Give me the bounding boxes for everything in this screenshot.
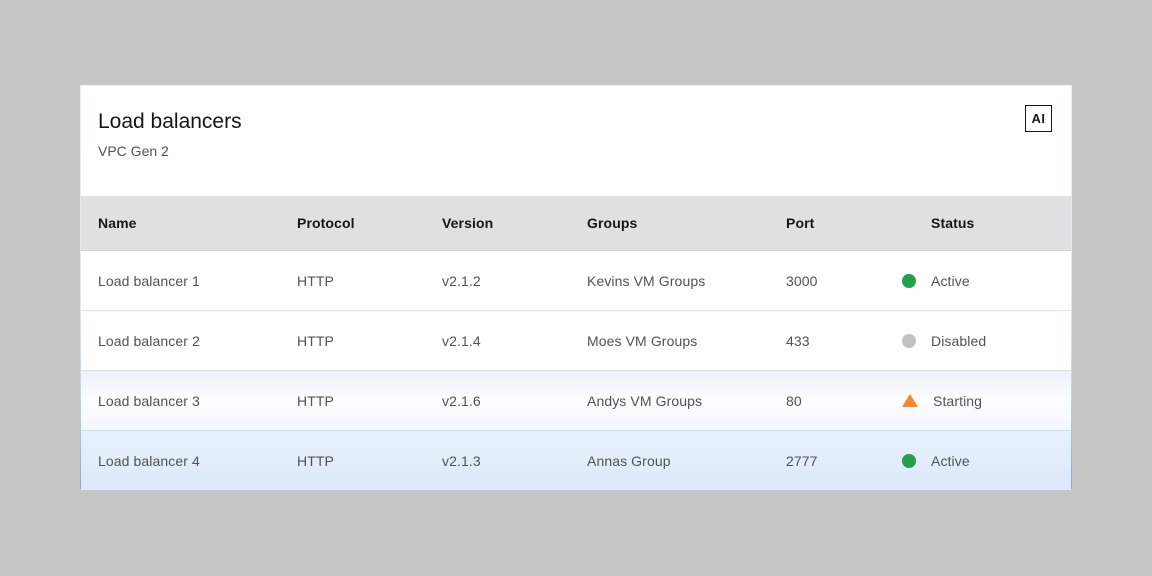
status-badge: Disabled [902, 333, 1071, 349]
status-badge: Active [902, 453, 1071, 469]
status-label: Disabled [931, 333, 986, 349]
cell-groups: Annas Group [570, 431, 769, 491]
table-row[interactable]: Load balancer 1 HTTP v2.1.2 Kevins VM Gr… [81, 251, 1071, 311]
status-label: Starting [933, 393, 982, 409]
cell-status: Starting [885, 371, 1071, 431]
card-surface: Load balancers VPC Gen 2 AI Name Protoco… [81, 86, 1071, 487]
cell-version: v2.1.4 [425, 311, 570, 371]
cell-status: Disabled [885, 311, 1071, 371]
cell-protocol: HTTP [280, 371, 425, 431]
load-balancers-table: Name Protocol Version Groups Port Status… [81, 196, 1071, 490]
page-subtitle: VPC Gen 2 [98, 142, 1053, 160]
column-header-port: Port [769, 196, 885, 251]
load-balancers-card: Load balancers VPC Gen 2 AI Name Protoco… [80, 85, 1072, 489]
column-header-name: Name [81, 196, 280, 251]
cell-version: v2.1.6 [425, 371, 570, 431]
cell-protocol: HTTP [280, 251, 425, 311]
cell-name: Load balancer 4 [81, 431, 280, 491]
card-header: Load balancers VPC Gen 2 AI [81, 86, 1071, 196]
table-header-row: Name Protocol Version Groups Port Status [81, 196, 1071, 251]
column-header-protocol: Protocol [280, 196, 425, 251]
status-dot-icon [902, 334, 916, 348]
cell-port: 80 [769, 371, 885, 431]
table-body: Load balancer 1 HTTP v2.1.2 Kevins VM Gr… [81, 251, 1071, 491]
cell-port: 2777 [769, 431, 885, 491]
table-header: Name Protocol Version Groups Port Status [81, 196, 1071, 251]
cell-version: v2.1.3 [425, 431, 570, 491]
table-row[interactable]: Load balancer 4 HTTP v2.1.3 Annas Group … [81, 431, 1071, 491]
column-header-status: Status [885, 196, 1071, 251]
cell-status: Active [885, 431, 1071, 491]
cell-groups: Andys VM Groups [570, 371, 769, 431]
status-label: Active [931, 273, 970, 289]
cell-version: v2.1.2 [425, 251, 570, 311]
ai-label-button[interactable]: AI [1025, 105, 1052, 132]
table-row[interactable]: Load balancer 2 HTTP v2.1.4 Moes VM Grou… [81, 311, 1071, 371]
cell-name: Load balancer 1 [81, 251, 280, 311]
cell-port: 433 [769, 311, 885, 371]
status-label: Active [931, 453, 970, 469]
cell-protocol: HTTP [280, 311, 425, 371]
cell-groups: Moes VM Groups [570, 311, 769, 371]
cell-port: 3000 [769, 251, 885, 311]
column-header-version: Version [425, 196, 570, 251]
status-badge: Starting [902, 393, 1071, 409]
page-title: Load balancers [98, 109, 1053, 135]
cell-status: Active [885, 251, 1071, 311]
cell-groups: Kevins VM Groups [570, 251, 769, 311]
cell-name: Load balancer 2 [81, 311, 280, 371]
status-dot-icon [902, 274, 916, 288]
table-row[interactable]: Load balancer 3 HTTP v2.1.6 Andys VM Gro… [81, 371, 1071, 431]
column-header-groups: Groups [570, 196, 769, 251]
warning-triangle-icon [902, 394, 918, 407]
cell-protocol: HTTP [280, 431, 425, 491]
status-badge: Active [902, 273, 1071, 289]
cell-name: Load balancer 3 [81, 371, 280, 431]
status-dot-icon [902, 454, 916, 468]
